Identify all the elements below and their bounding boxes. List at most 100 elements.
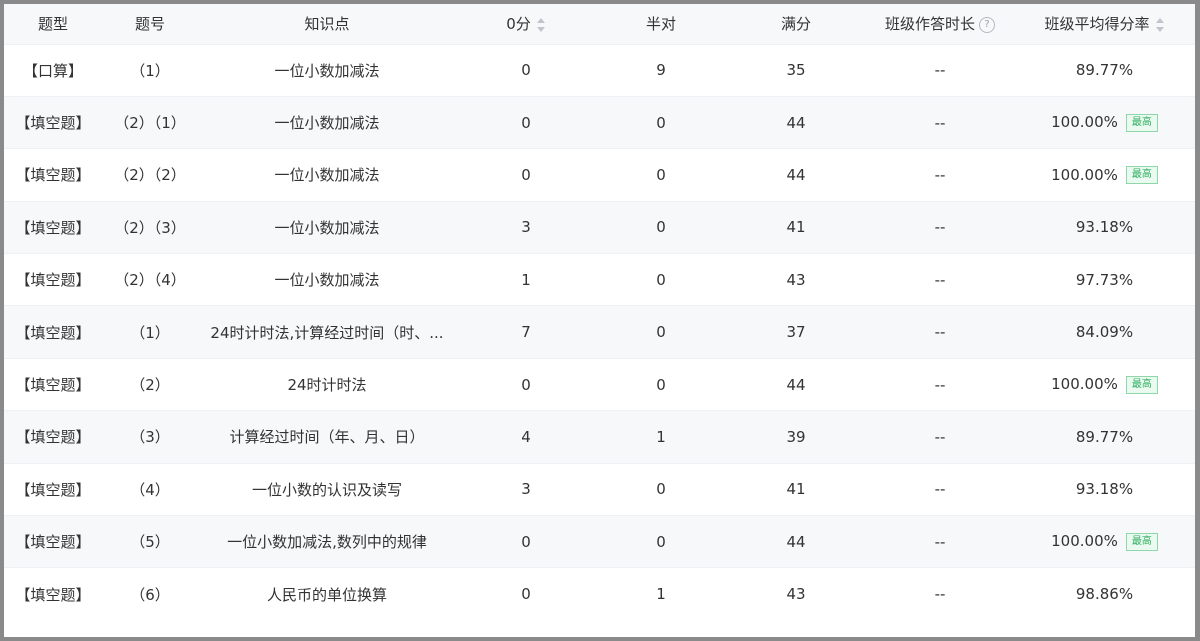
cell-duration-text: -- xyxy=(934,61,946,80)
cell-type: 【填空题】 xyxy=(4,200,102,254)
cell-knowledge: 一位小数加减法 xyxy=(198,253,456,306)
cell-knowledge-text: 一位小数的认识及读写 xyxy=(251,480,402,499)
cell-type: 【口算】 xyxy=(4,43,102,97)
cell-knowledge-text: 一位小数加减法 xyxy=(274,271,380,290)
cell-full-text: 41 xyxy=(786,480,806,499)
cell-number-text: （1） xyxy=(130,323,170,342)
cell-duration-text: -- xyxy=(934,585,946,604)
cell-full-text: 35 xyxy=(786,61,806,80)
cell-avg-text: 100.00% xyxy=(1051,532,1118,551)
table-row[interactable]: 【填空题】 （2）（2） 一位小数加减法 0 0 44 -- 100.00% 最高 xyxy=(4,148,1195,202)
cell-type-text: 【填空题】 xyxy=(15,271,91,290)
cell-duration-text: -- xyxy=(934,218,946,237)
cell-number: （2）（2） xyxy=(102,148,198,202)
cell-half-text: 9 xyxy=(656,61,666,80)
cell-knowledge-text: 24时计时法 xyxy=(287,376,367,395)
header-duration-label: 班级作答时长 xyxy=(884,15,975,33)
cell-half: 1 xyxy=(596,410,726,464)
cell-avg: 93.18% xyxy=(1014,200,1195,254)
cell-full-text: 43 xyxy=(786,270,806,289)
table-row[interactable]: 【填空题】 （1） 24时计时法,计算经过时间（时、... 7 0 37 -- 84.09% xyxy=(4,305,1195,359)
cell-knowledge-text: 一位小数加减法 xyxy=(274,114,380,133)
cell-number-text: （2）（1） xyxy=(114,114,186,133)
cell-number-text: （3） xyxy=(130,428,170,447)
cell-zero-text: 4 xyxy=(521,427,531,446)
cell-half: 0 xyxy=(596,515,726,568)
cell-type-text: 【口算】 xyxy=(22,61,83,80)
table-row[interactable]: 【填空题】 （2）（1） 一位小数加减法 0 0 44 -- 100.00% 最高 xyxy=(4,95,1195,149)
cell-avg-text: 93.18% xyxy=(1075,480,1134,499)
cell-half-text: 0 xyxy=(656,218,666,237)
table-row[interactable]: 【填空题】 （5） 一位小数加减法,数列中的规律 0 0 44 -- 100.00% 最高 xyxy=(4,515,1195,568)
highest-badge: 最高 xyxy=(1125,166,1158,185)
cell-half: 0 xyxy=(596,148,726,202)
header-zero-score[interactable]: 0分 xyxy=(456,4,596,44)
cell-avg-text: 100.00% xyxy=(1051,113,1118,132)
cell-number: （5） xyxy=(102,515,198,568)
cell-duration: -- xyxy=(866,253,1014,306)
table-row[interactable]: 【填空题】 （4） 一位小数的认识及读写 3 0 41 -- 93.18% xyxy=(4,462,1195,516)
cell-half-text: 0 xyxy=(656,480,666,499)
cell-knowledge: 一位小数加减法 xyxy=(198,95,456,149)
cell-half-text: 1 xyxy=(656,427,666,446)
cell-zero: 0 xyxy=(456,43,596,97)
cell-knowledge-text: 一位小数加减法 xyxy=(274,218,380,237)
table-row[interactable]: 【填空题】 （3） 计算经过时间（年、月、日） 4 1 39 -- 89.77% xyxy=(4,410,1195,464)
table-row[interactable]: 【填空题】 （2） 24时计时法 0 0 44 -- 100.00% 最高 xyxy=(4,357,1195,411)
cell-type: 【填空题】 xyxy=(4,253,102,306)
cell-avg-text: 89.77% xyxy=(1075,61,1134,80)
header-avg-rate[interactable]: 班级平均得分率 xyxy=(1014,4,1195,44)
table-row[interactable]: 【填空题】 （2）（4） 一位小数加减法 1 0 43 -- 97.73% xyxy=(4,253,1195,306)
cell-zero: 0 xyxy=(456,95,596,149)
table-row[interactable]: 【填空题】 （6） 人民币的单位换算 0 1 43 -- 98.86% xyxy=(4,567,1195,621)
cell-half-text: 0 xyxy=(656,113,666,132)
cell-number-text: （2） xyxy=(130,376,170,395)
sort-icon[interactable] xyxy=(536,17,546,32)
cell-duration: -- xyxy=(866,515,1014,568)
cell-half: 0 xyxy=(596,200,726,254)
cell-half-text: 1 xyxy=(656,585,666,604)
cell-duration: -- xyxy=(866,148,1014,202)
header-zero-label: 0分 xyxy=(506,15,531,33)
cell-half-text: 0 xyxy=(656,323,666,342)
cell-type-text: 【填空题】 xyxy=(15,480,91,499)
cell-knowledge-text: 计算经过时间（年、月、日） xyxy=(229,428,425,447)
cell-avg-text: 100.00% xyxy=(1051,375,1118,394)
cell-avg: 84.09% xyxy=(1014,305,1195,359)
table-header-row: 题型 题号 知识点 0分 半对 满分 班级作答时长? 班级平均得分率 xyxy=(4,4,1195,44)
cell-duration-text: -- xyxy=(934,270,946,289)
cell-knowledge: 人民币的单位换算 xyxy=(198,567,456,621)
cell-avg-text: 93.18% xyxy=(1075,218,1134,237)
cell-duration: -- xyxy=(866,357,1014,411)
cell-duration: -- xyxy=(866,200,1014,254)
cell-full-text: 44 xyxy=(786,532,806,551)
cell-knowledge: 24时计时法,计算经过时间（时、... xyxy=(198,305,456,359)
cell-duration: -- xyxy=(866,95,1014,149)
cell-number: （1） xyxy=(102,305,198,359)
header-number: 题号 xyxy=(134,15,165,33)
cell-avg-text: 98.86% xyxy=(1075,585,1134,604)
table-row[interactable]: 【填空题】 （2）（3） 一位小数加减法 3 0 41 -- 93.18% xyxy=(4,200,1195,254)
cell-knowledge-text: 一位小数加减法,数列中的规律 xyxy=(227,533,427,552)
cell-avg: 100.00% 最高 xyxy=(1014,95,1195,149)
cell-zero: 7 xyxy=(456,305,596,359)
cell-zero: 0 xyxy=(456,515,596,568)
highest-badge: 最高 xyxy=(1125,375,1158,394)
cell-type-text: 【填空题】 xyxy=(15,114,91,133)
cell-knowledge-text: 一位小数加减法 xyxy=(274,61,380,80)
question-circle-icon[interactable]: ? xyxy=(979,16,995,33)
table-row[interactable]: 【口算】 （1） 一位小数加减法 0 9 35 -- 89.77% xyxy=(4,43,1195,97)
question-stats-table: 题型 题号 知识点 0分 半对 满分 班级作答时长? 班级平均得分率 【口算】 （… xyxy=(4,4,1195,621)
cell-type: 【填空题】 xyxy=(4,462,102,516)
cell-knowledge-text: 人民币的单位换算 xyxy=(266,585,387,604)
cell-avg: 100.00% 最高 xyxy=(1014,148,1195,202)
cell-type-text: 【填空题】 xyxy=(15,533,91,552)
sort-icon[interactable] xyxy=(1155,17,1165,32)
cell-type-text: 【填空题】 xyxy=(15,218,91,237)
cell-zero: 3 xyxy=(456,462,596,516)
cell-number: （6） xyxy=(102,567,198,621)
cell-full-text: 39 xyxy=(786,427,806,446)
cell-zero: 4 xyxy=(456,410,596,464)
cell-full: 37 xyxy=(726,305,866,359)
cell-type-text: 【填空题】 xyxy=(15,585,91,604)
